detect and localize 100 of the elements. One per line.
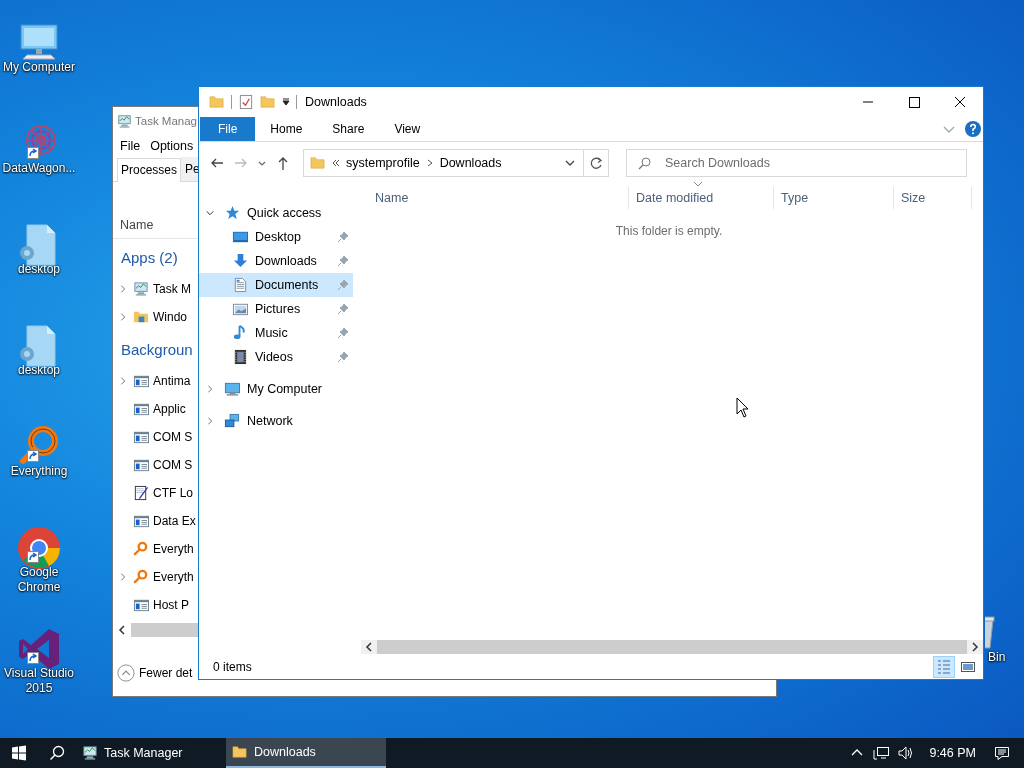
monitor-graph-icon xyxy=(82,745,98,761)
file-tab[interactable]: File xyxy=(200,117,256,141)
desktop-icon xyxy=(231,229,249,245)
magnifier-icon xyxy=(133,569,149,585)
tab[interactable]: Processes xyxy=(117,158,182,182)
desktop-icon-label[interactable]: Google Chrome xyxy=(1,565,77,595)
scrollbar[interactable] xyxy=(361,640,983,654)
ribbon-tab[interactable]: Share xyxy=(317,117,380,141)
window-icon xyxy=(133,457,149,473)
monitor-graph-icon xyxy=(133,281,149,297)
process-name[interactable]: Everyth xyxy=(153,570,194,584)
desktop-icon-label[interactable]: Visual Studio 2015 xyxy=(1,666,77,696)
process-name[interactable]: COM S xyxy=(153,430,193,444)
notification-icon[interactable] xyxy=(994,745,1010,761)
window-icon xyxy=(133,597,149,613)
desktop-icon-label[interactable]: Bin xyxy=(988,650,1006,665)
nav-item[interactable]: Videos xyxy=(199,345,353,369)
picture-icon xyxy=(231,301,249,317)
empty-folder-message: This folder is empty. xyxy=(614,224,724,238)
column-header[interactable]: Size xyxy=(894,187,972,209)
pin-icon[interactable] xyxy=(337,255,349,267)
expand-chevron-icon[interactable] xyxy=(118,375,128,387)
column-header[interactable]: Name xyxy=(359,187,629,209)
mouse-cursor-icon xyxy=(736,397,749,418)
window-icon xyxy=(133,373,149,389)
pin-icon[interactable] xyxy=(337,303,349,315)
expand-chevron-icon[interactable] xyxy=(118,283,128,295)
ribbon-tab[interactable]: View xyxy=(379,117,436,141)
windows-logo-icon[interactable] xyxy=(11,745,27,761)
search-field[interactable]: Search Downloads xyxy=(626,149,967,177)
address-bar[interactable]: systemprofile Downloads xyxy=(303,149,609,177)
process-name[interactable]: Everyth xyxy=(153,542,194,556)
overflow-chevron-icon[interactable] xyxy=(332,159,340,167)
column-header[interactable]: Type xyxy=(774,187,894,209)
process-name[interactable]: Antima xyxy=(153,374,191,388)
process-name[interactable]: Windo xyxy=(153,310,187,324)
process-name[interactable]: CTF Lo xyxy=(153,486,193,500)
ribbon-tab[interactable]: Home xyxy=(255,117,318,141)
group-heading: Apps (2) xyxy=(121,249,178,268)
nav-item[interactable]: My Computer xyxy=(199,377,353,401)
bin-icon[interactable] xyxy=(985,614,997,650)
process-name[interactable]: Host P xyxy=(153,598,189,612)
nav-item[interactable]: Music xyxy=(199,321,353,345)
column-header[interactable]: Date modified xyxy=(629,187,774,209)
item-count: 0 items xyxy=(213,659,252,674)
nav-item[interactable]: Documents xyxy=(199,273,353,297)
nav-item[interactable]: Pictures xyxy=(199,297,353,321)
magnifier-icon xyxy=(133,541,149,557)
collapse-chevron-icon[interactable] xyxy=(205,208,215,218)
volume-icon[interactable] xyxy=(897,745,914,761)
process-name[interactable]: Applic xyxy=(153,402,186,416)
refresh-icon[interactable] xyxy=(589,156,603,170)
desktop-icon-label[interactable]: DataWagon... xyxy=(2,161,76,176)
pin-icon[interactable] xyxy=(337,351,349,363)
expand-chevron-icon[interactable] xyxy=(205,384,215,394)
folder-icon xyxy=(133,309,149,325)
desktop-icon-label[interactable]: My Computer xyxy=(3,60,75,75)
properties-icon[interactable] xyxy=(238,94,254,110)
taskbar-button[interactable]: Downloads xyxy=(226,738,386,768)
expand-chevron-icon[interactable] xyxy=(118,571,128,583)
caret-icon[interactable] xyxy=(282,98,290,106)
desktop-icon-label[interactable]: Everything xyxy=(10,464,68,479)
breadcrumb-item[interactable]: systemprofile xyxy=(344,156,422,170)
computer-icon xyxy=(223,381,241,397)
clock[interactable]: 9:46 PM xyxy=(929,746,976,760)
nav-item[interactable]: Downloads xyxy=(199,249,353,273)
pin-icon[interactable] xyxy=(337,231,349,243)
breadcrumb-chevron-icon[interactable] xyxy=(425,159,434,167)
monitor-graph-icon xyxy=(117,113,132,129)
search-icon[interactable] xyxy=(49,745,65,761)
menu-item[interactable]: Options xyxy=(150,139,194,153)
process-name[interactable]: Data Ex xyxy=(153,514,196,528)
nav-item[interactable]: Desktop xyxy=(199,225,353,249)
breadcrumb-item[interactable]: Downloads xyxy=(437,156,504,170)
expand-chevron-icon[interactable] xyxy=(205,416,215,426)
window-title: Downloads xyxy=(305,95,367,109)
scroll-left-icon[interactable] xyxy=(116,624,128,636)
process-name[interactable]: COM S xyxy=(153,458,193,472)
process-name[interactable]: Task M xyxy=(153,282,191,296)
help-icon[interactable] xyxy=(965,121,981,137)
dropdown-caret-icon[interactable] xyxy=(565,158,575,168)
network-icon[interactable] xyxy=(873,745,890,761)
taskbar-button[interactable]: Task Manager xyxy=(76,738,226,768)
fewer-details-link[interactable]: Fewer det xyxy=(139,666,193,680)
collapse-icon[interactable] xyxy=(117,664,135,682)
scroll-left-icon[interactable] xyxy=(363,641,375,653)
scroll-right-icon[interactable] xyxy=(969,641,981,653)
folder-icon xyxy=(310,155,326,171)
folder-icon xyxy=(232,744,248,760)
nav-item[interactable]: Quick access xyxy=(199,201,353,225)
search-icon xyxy=(638,157,651,170)
pin-icon[interactable] xyxy=(337,327,349,339)
window-icon xyxy=(133,513,149,529)
expand-chevron-icon[interactable] xyxy=(118,311,128,323)
menu-item[interactable]: File xyxy=(120,139,141,153)
window-title: Task Manag xyxy=(135,115,197,127)
nav-item[interactable]: Network xyxy=(199,409,353,433)
group-heading: Backgroun xyxy=(121,341,193,360)
notepad-pen-icon xyxy=(133,485,149,501)
network-icon xyxy=(223,413,241,429)
